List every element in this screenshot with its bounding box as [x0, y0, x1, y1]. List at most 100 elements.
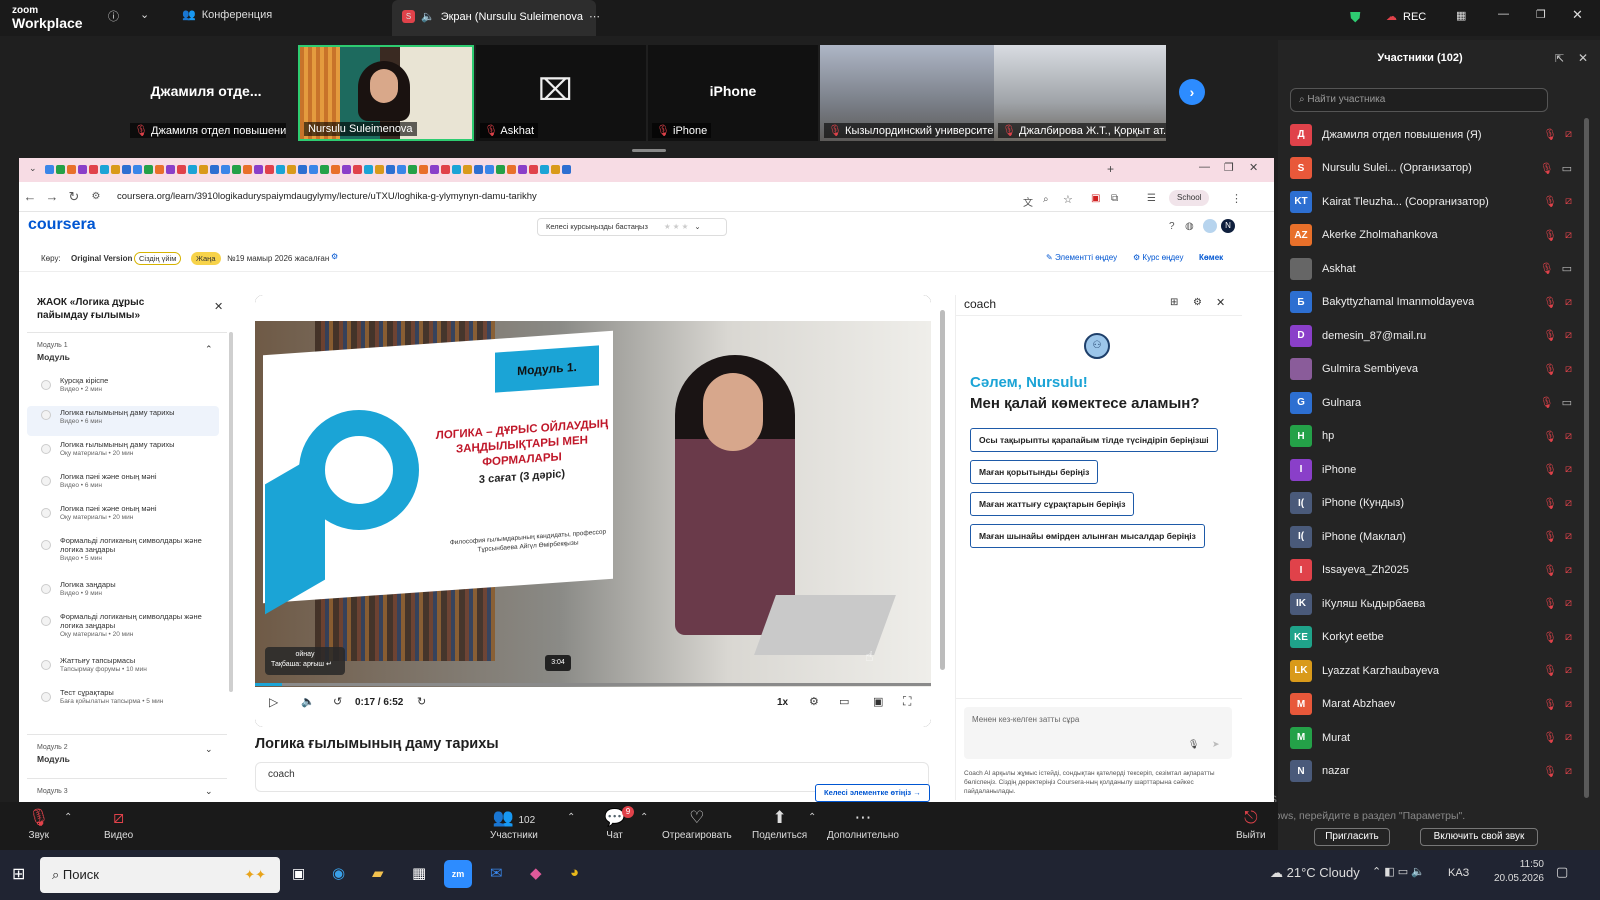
- browser-tab[interactable]: [408, 165, 417, 174]
- sidepanel-icon[interactable]: ☰: [1147, 193, 1156, 204]
- close-icon[interactable]: ✕: [214, 300, 223, 313]
- close-icon[interactable]: ✕: [1216, 296, 1225, 309]
- browser-tab[interactable]: [397, 165, 406, 174]
- lesson-item[interactable]: Формальді логиканың символдары және логи…: [27, 612, 219, 638]
- invite-button[interactable]: Пригласить: [1314, 828, 1390, 846]
- grid-view-icon[interactable]: ▦: [1456, 9, 1466, 22]
- settings-icon[interactable]: ⚙: [1193, 297, 1202, 308]
- participant-tile[interactable]: Джамиля отде... 🎙 Джамиля отдел повышени…: [126, 45, 286, 141]
- browser-tab[interactable]: [342, 165, 351, 174]
- browser-tab[interactable]: [111, 165, 120, 174]
- chevron-up-icon[interactable]: ⌃: [205, 344, 213, 355]
- audio-button[interactable]: 🎙 Звук: [28, 806, 50, 841]
- participant-row[interactable]: M Marat Abzhaev 🎙 ⧄: [1290, 688, 1572, 721]
- browser-tab[interactable]: [375, 165, 384, 174]
- store-icon[interactable]: ▦: [412, 864, 426, 882]
- browser-tab[interactable]: [78, 165, 87, 174]
- participant-tile-active[interactable]: Nursulu Suleimenova: [298, 45, 474, 141]
- browser-tab[interactable]: [221, 165, 230, 174]
- browser-tab[interactable]: [188, 165, 197, 174]
- next-course-dropdown[interactable]: Келесі курсыңызды бастаңыз ★ ★ ★ ⌄: [537, 218, 727, 236]
- participant-tile[interactable]: ⌧ 🎙 Askhat: [476, 45, 646, 141]
- browser-tab[interactable]: [364, 165, 373, 174]
- participant-row[interactable]: Ddemesin_87@mail.ru 🎙 ⧄: [1290, 319, 1572, 352]
- participant-row[interactable]: KE Korkyt eetbe 🎙 ⧄: [1290, 621, 1572, 654]
- browser-tab[interactable]: [507, 165, 516, 174]
- browser-tab[interactable]: [177, 165, 186, 174]
- participant-row[interactable]: G Gulnara 🎙 ▭: [1290, 386, 1572, 419]
- coach-suggestion-button[interactable]: Осы тақырыпты қарапайым тілде түсіндіріп…: [970, 428, 1218, 452]
- notifications-icon[interactable]: ▢: [1556, 864, 1568, 880]
- next-page-icon[interactable]: ›: [1179, 79, 1205, 105]
- shield-icon[interactable]: ⛊: [1350, 9, 1361, 26]
- restore-icon[interactable]: ❐: [1224, 161, 1234, 174]
- settings-icon[interactable]: ⚙: [331, 252, 338, 261]
- browser-tab[interactable]: [386, 165, 395, 174]
- outlook-icon[interactable]: ✉: [490, 864, 503, 882]
- browser-tab[interactable]: [254, 165, 263, 174]
- browser-tab[interactable]: [331, 165, 340, 174]
- browser-tab[interactable]: [89, 165, 98, 174]
- browser-tab[interactable]: [540, 165, 549, 174]
- browser-tab[interactable]: [122, 165, 131, 174]
- participant-row[interactable]: LK Lyazzat Karzhaubayeva 🎙 ⧄: [1290, 654, 1572, 687]
- pip-icon[interactable]: ▣: [873, 695, 883, 708]
- taskbar-search[interactable]: ⌕ Поиск ✦✦: [40, 857, 280, 893]
- keyboard-language[interactable]: KAЗ: [1448, 867, 1469, 879]
- participants-options-icon[interactable]: ⌃: [567, 812, 575, 823]
- windows-start-icon[interactable]: ⊞: [12, 864, 25, 884]
- url-text[interactable]: coursera.org/learn/3910logikaduryspaiymd…: [117, 191, 537, 202]
- next-element-button[interactable]: Келесі элементке өтіңіз →: [815, 784, 930, 802]
- lesson-item[interactable]: Логика заңдары Видео • 9 мин: [27, 580, 219, 597]
- chevron-down-icon[interactable]: ⌄: [205, 786, 213, 797]
- edit-element-link[interactable]: ✎ Элементті өңдеу: [1046, 253, 1117, 262]
- participant-row[interactable]: IK iКуляш Кыдырбаева 🎙 ⧄: [1290, 587, 1572, 620]
- participant-row[interactable]: Nnazar 🎙 ⧄: [1290, 755, 1572, 788]
- browser-tab[interactable]: [56, 165, 65, 174]
- browser-tab[interactable]: [496, 165, 505, 174]
- browser-tab[interactable]: [232, 165, 241, 174]
- participant-row[interactable]: Gulmira Sembiyeva 🎙 ⧄: [1290, 353, 1572, 386]
- participant-row[interactable]: I(iPhone (Кундыз) 🎙 ⧄: [1290, 487, 1572, 520]
- pinned-tabs[interactable]: [45, 165, 573, 174]
- participant-row[interactable]: IiPhone 🎙 ⧄: [1290, 453, 1572, 486]
- browser-tab[interactable]: [441, 165, 450, 174]
- send-icon[interactable]: ➤: [1212, 739, 1220, 750]
- resize-handle[interactable]: [632, 149, 666, 152]
- lesson-item[interactable]: Тест сұрақтары Баға қойылатын тапсырма • …: [27, 688, 219, 705]
- site-info-icon[interactable]: ⚙: [85, 191, 107, 202]
- star-icon[interactable]: ☆: [1063, 193, 1073, 206]
- chat-options-icon[interactable]: ⌃: [640, 812, 648, 823]
- lesson-item[interactable]: Логика пәні және оның мәні Оқу материалы …: [27, 504, 219, 521]
- pdf-extension-icon[interactable]: ▣: [1091, 193, 1100, 204]
- lesson-item[interactable]: Жаттығу тапсырмасы Тапсырмау форумы • 10 …: [27, 656, 219, 673]
- browser-tab[interactable]: [353, 165, 362, 174]
- react-button[interactable]: ♡ Отреагировать: [662, 806, 732, 841]
- participant-row[interactable]: Б Bakyttyzhamal Imanmoldayeva 🎙 ⧄: [1290, 286, 1572, 319]
- browser-tab[interactable]: [287, 165, 296, 174]
- minimize-icon[interactable]: —: [1498, 8, 1509, 20]
- help-icon[interactable]: ?: [1169, 221, 1175, 232]
- browser-tab[interactable]: [474, 165, 483, 174]
- minimize-icon[interactable]: —: [1199, 161, 1210, 173]
- browser-tab[interactable]: [133, 165, 142, 174]
- lesson-item[interactable]: Логика ғылымының даму тарихы Видео • 6 ми…: [27, 406, 219, 436]
- browser-tab[interactable]: [320, 165, 329, 174]
- participant-search-input[interactable]: ⌕ Найти участника: [1290, 88, 1548, 112]
- browser-tab[interactable]: [430, 165, 439, 174]
- conference-tab[interactable]: 👥 Конференция: [182, 8, 272, 22]
- recording-indicator[interactable]: ☁ REC: [1386, 10, 1426, 24]
- video-button[interactable]: ⧄ Видео: [104, 806, 133, 841]
- browser-tab[interactable]: [298, 165, 307, 174]
- chevron-down-icon[interactable]: ⌄: [140, 8, 149, 21]
- forward-icon[interactable]: →: [41, 189, 63, 204]
- tray-icons[interactable]: ⌃ ◧ ▭ 🔈: [1372, 865, 1425, 878]
- fullscreen-icon[interactable]: ⛶: [903, 694, 911, 709]
- participant-tile[interactable]: iPhone 🎙 iPhone: [648, 45, 818, 141]
- coach-suggestion-button[interactable]: Маған қорытынды беріңіз: [970, 460, 1099, 484]
- forward-icon[interactable]: ↻: [417, 695, 426, 708]
- weather-widget[interactable]: ☁ 21°C Cloudy: [1270, 865, 1360, 881]
- tab-list-icon[interactable]: ⌄: [29, 163, 37, 174]
- more-button[interactable]: ⋯ Дополнительно: [827, 806, 899, 841]
- clock[interactable]: 11:50 20.05.2026: [1484, 858, 1544, 886]
